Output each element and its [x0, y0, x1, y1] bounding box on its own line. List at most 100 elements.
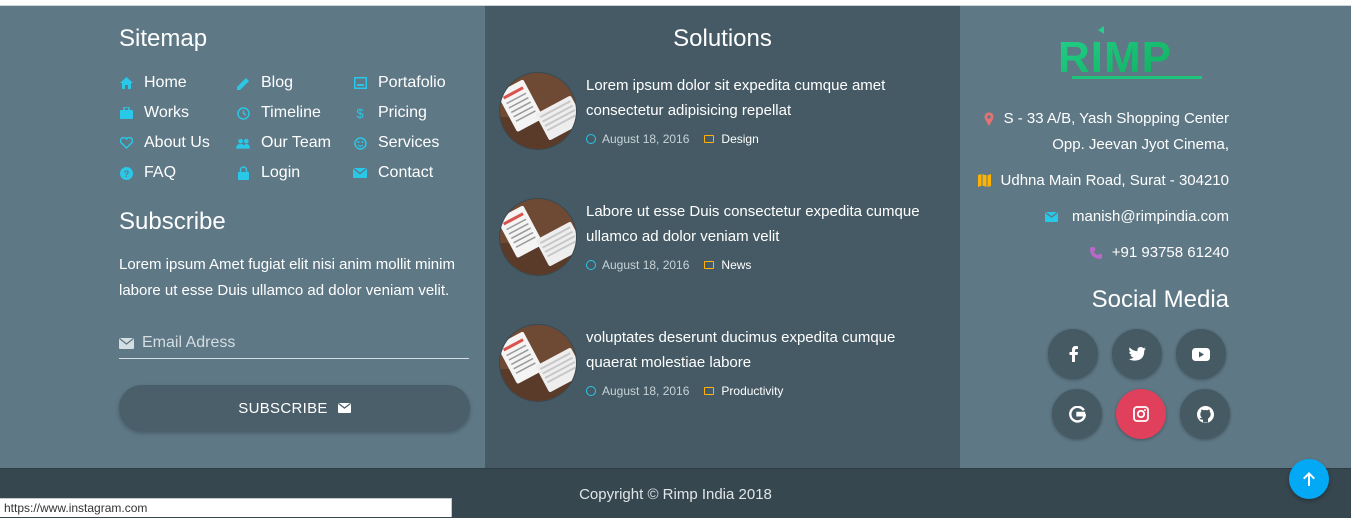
github-button[interactable] [1180, 389, 1230, 439]
mail-icon [1045, 211, 1059, 222]
youtube-icon [1192, 347, 1210, 361]
pencil-icon [236, 76, 250, 90]
subscribe-description: Lorem ipsum Amet fugiat elit nisi anim m… [119, 256, 455, 299]
sitemap-link-label: Blog [261, 74, 294, 91]
sitemap-link-label: FAQ [144, 164, 177, 181]
post-thumbnail[interactable] [500, 325, 576, 401]
subscribe-button-label: SUBSCRIBE [238, 399, 328, 417]
instagram-icon [1133, 406, 1149, 422]
post-item: Lorem ipsum dolor sit expedita cumque am… [500, 73, 950, 153]
sitemap-link-timeline[interactable]: Timeline [236, 102, 321, 124]
briefcase-icon [119, 106, 133, 120]
sitemap-link-pricing[interactable]: $ Pricing [353, 102, 427, 124]
subscribe-button[interactable]: SUBSCRIBE [119, 385, 470, 431]
footer-right-column: RIMP S - 33 A/B, Yash Shopping Center Op… [960, 6, 1351, 468]
clock-icon [586, 260, 596, 270]
mail-icon [337, 403, 351, 413]
post-title-link[interactable]: voluptates deserunt ducimus expedita cum… [586, 325, 926, 375]
sitemap-link-label: Home [144, 74, 187, 91]
instagram-button[interactable] [1116, 389, 1166, 439]
post-date: August 18, 2016 [602, 384, 690, 398]
google-button[interactable] [1052, 389, 1102, 439]
sitemap-link-label: Our Team [261, 134, 331, 151]
footer-middle-column: Solutions Lorem ipsum dolor sit expedita… [485, 6, 960, 468]
post-meta: August 18, 2016 News [586, 258, 751, 272]
github-icon [1196, 405, 1214, 423]
sitemap-link-faq[interactable]: ? FAQ [119, 162, 176, 184]
sitemap-link-label: Contact [378, 164, 434, 181]
sitemap-link-label: Portafolio [378, 74, 446, 91]
email-field[interactable] [142, 334, 462, 352]
clock-icon [586, 386, 596, 396]
sitemap-link-label: Services [378, 134, 440, 151]
sitemap-link-portafolio[interactable]: Portafolio [353, 72, 446, 94]
address-line-3: Udhna Main Road, Surat - 304210 [977, 172, 1229, 189]
youtube-button[interactable] [1176, 329, 1226, 379]
post-title-link[interactable]: Labore ut esse Duis consectetur expedita… [586, 199, 926, 249]
smile-icon [353, 136, 367, 150]
scroll-to-top-button[interactable] [1289, 459, 1329, 499]
post-category-link[interactable]: News [721, 258, 751, 272]
facebook-icon [1069, 346, 1078, 362]
twitter-button[interactable] [1112, 329, 1162, 379]
sitemap-link-label: Pricing [378, 104, 427, 121]
subscribe-title: Subscribe [119, 208, 226, 235]
footer-left-column: Sitemap Home Works About Us ? FAQ Blog T… [0, 6, 485, 468]
rimp-logo[interactable]: RIMP [1058, 26, 1216, 86]
phone-icon [1089, 246, 1102, 259]
sitemap-link-login[interactable]: Login [236, 162, 300, 184]
post-meta: August 18, 2016 Productivity [586, 384, 783, 398]
post-item: voluptates deserunt ducimus expedita cum… [500, 325, 950, 405]
folder-icon [704, 261, 715, 269]
browser-status-url: https://www.instagram.com [0, 498, 452, 517]
sitemap-link-label: Timeline [261, 104, 321, 121]
post-category-link[interactable]: Design [721, 132, 758, 146]
post-item: Labore ut esse Duis consectetur expedita… [500, 199, 950, 279]
arrow-up-icon [1303, 472, 1315, 486]
post-date: August 18, 2016 [602, 258, 690, 272]
mail-icon [119, 337, 134, 349]
email-field-wrapper [119, 328, 469, 359]
facebook-button[interactable] [1048, 329, 1098, 379]
sitemap-link-contact[interactable]: Contact [353, 162, 433, 184]
site-footer: Sitemap Home Works About Us ? FAQ Blog T… [0, 6, 1351, 468]
social-media-title: Social Media [1091, 286, 1229, 313]
sitemap-link-label: About Us [144, 134, 210, 151]
sitemap-link-about-us[interactable]: About Us [119, 132, 210, 154]
address-line-2: Opp. Jeevan Jyot Cinema, [1052, 136, 1229, 153]
sitemap-link-label: Login [261, 164, 301, 181]
sitemap-link-home[interactable]: Home [119, 72, 187, 94]
map-icon [977, 174, 991, 187]
solutions-title: Solutions [673, 25, 772, 52]
home-icon [119, 76, 133, 90]
help-icon: ? [119, 166, 133, 180]
folder-icon [704, 135, 715, 143]
sitemap-link-label: Works [144, 104, 190, 121]
post-thumbnail[interactable] [500, 73, 576, 149]
address-line-1: S - 33 A/B, Yash Shopping Center [984, 110, 1229, 127]
sitemap-link-services[interactable]: Services [353, 132, 439, 154]
post-title-link[interactable]: Lorem ipsum dolor sit expedita cumque am… [586, 73, 926, 123]
lock-icon [236, 166, 250, 180]
people-icon [236, 136, 250, 150]
sitemap-link-our-team[interactable]: Our Team [236, 132, 331, 154]
google-icon [1068, 405, 1086, 423]
map-pin-icon [984, 111, 994, 126]
contact-phone[interactable]: +91 93758 61240 [1089, 244, 1229, 261]
clock-icon [586, 134, 596, 144]
heart-icon [119, 136, 133, 150]
post-category-link[interactable]: Productivity [721, 384, 783, 398]
post-meta: August 18, 2016 Design [586, 132, 759, 146]
contact-email[interactable]: manish@rimpindia.com [1045, 208, 1229, 225]
post-date: August 18, 2016 [602, 132, 690, 146]
svg-text:?: ? [123, 169, 129, 179]
sitemap-link-blog[interactable]: Blog [236, 72, 293, 94]
sitemap-title: Sitemap [119, 25, 208, 52]
mail-icon [353, 166, 367, 180]
folder-icon [704, 387, 715, 395]
svg-text:RIMP: RIMP [1058, 33, 1172, 82]
clock-icon [236, 106, 250, 120]
sitemap-link-works[interactable]: Works [119, 102, 189, 124]
post-thumbnail[interactable] [500, 199, 576, 275]
dollar-icon: $ [356, 105, 364, 121]
